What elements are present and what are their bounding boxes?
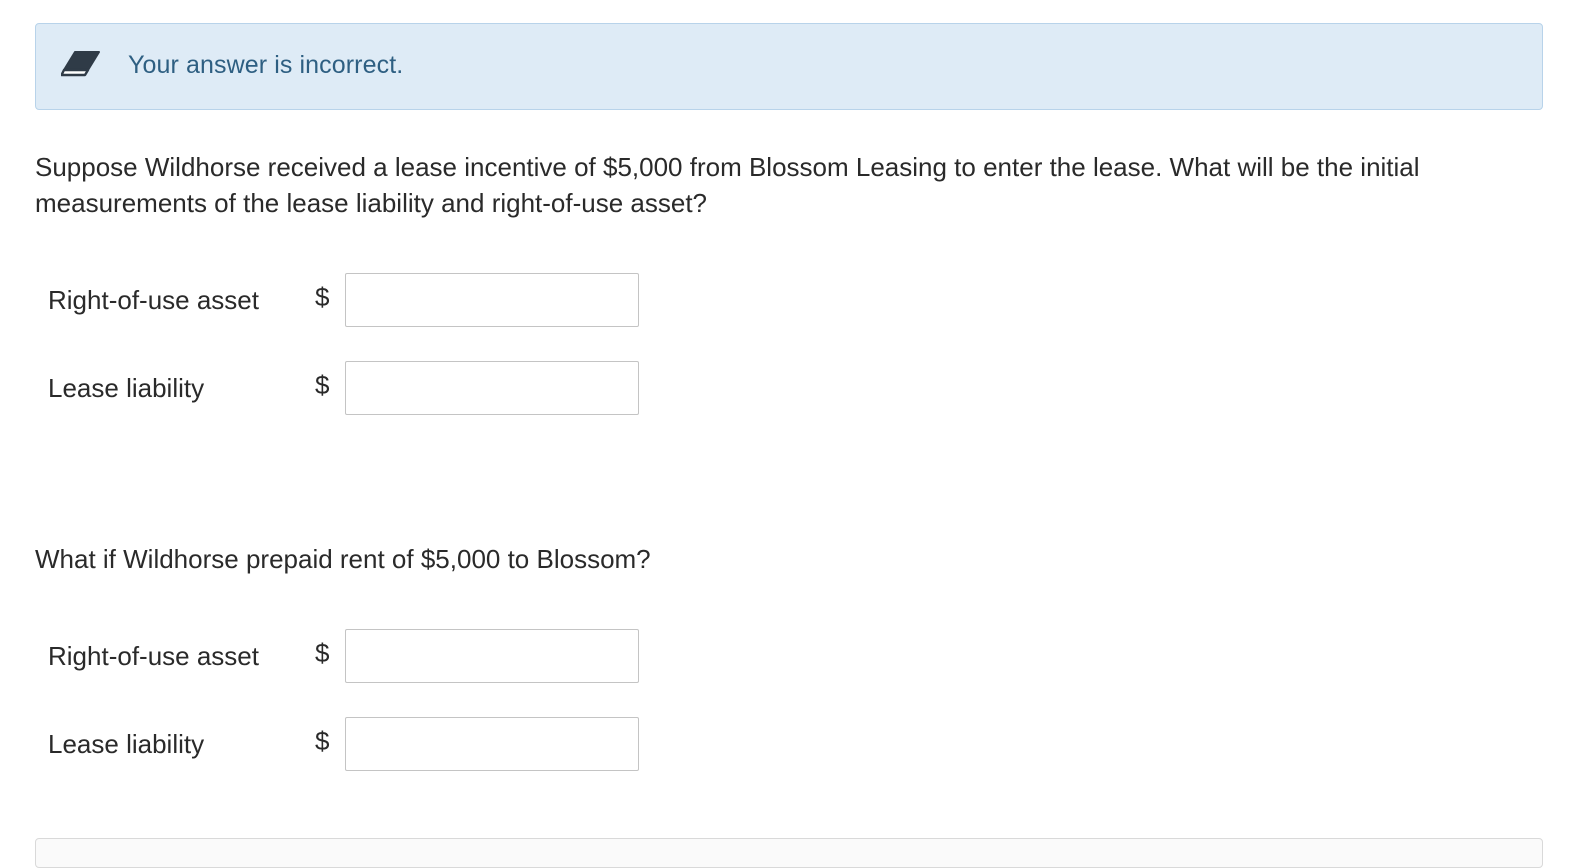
currency-symbol: $ bbox=[315, 726, 330, 756]
question-text-prepaid-rent: What if Wildhorse prepaid rent of $5,000… bbox=[35, 544, 651, 574]
right-of-use-asset-input-2[interactable] bbox=[345, 629, 639, 683]
field-row-right-of-use-asset-2: Right-of-use asset $ bbox=[48, 629, 648, 685]
lease-liability-input-2[interactable] bbox=[345, 717, 639, 771]
currency-symbol: $ bbox=[315, 370, 330, 400]
question-text-lease-incentive: Suppose Wildhorse received a lease incen… bbox=[35, 152, 1420, 218]
field-row-lease-liability-2: Lease liability $ bbox=[48, 717, 648, 773]
feedback-message: Your answer is incorrect. bbox=[128, 51, 404, 79]
field-label: Right-of-use asset bbox=[48, 285, 259, 315]
field-row-lease-liability-1: Lease liability $ bbox=[48, 361, 648, 417]
field-label: Lease liability bbox=[48, 373, 205, 403]
field-label: Right-of-use asset bbox=[48, 641, 259, 671]
incorrect-answer-alert: Your answer is incorrect. bbox=[35, 23, 1543, 110]
currency-symbol: $ bbox=[315, 282, 330, 312]
field-row-right-of-use-asset-1: Right-of-use asset $ bbox=[48, 273, 648, 329]
eraser-icon bbox=[60, 50, 101, 78]
field-label: Lease liability bbox=[48, 729, 205, 759]
next-section-panel bbox=[35, 838, 1543, 868]
currency-symbol: $ bbox=[315, 638, 330, 668]
lease-liability-input-1[interactable] bbox=[345, 361, 639, 415]
right-of-use-asset-input-1[interactable] bbox=[345, 273, 639, 327]
